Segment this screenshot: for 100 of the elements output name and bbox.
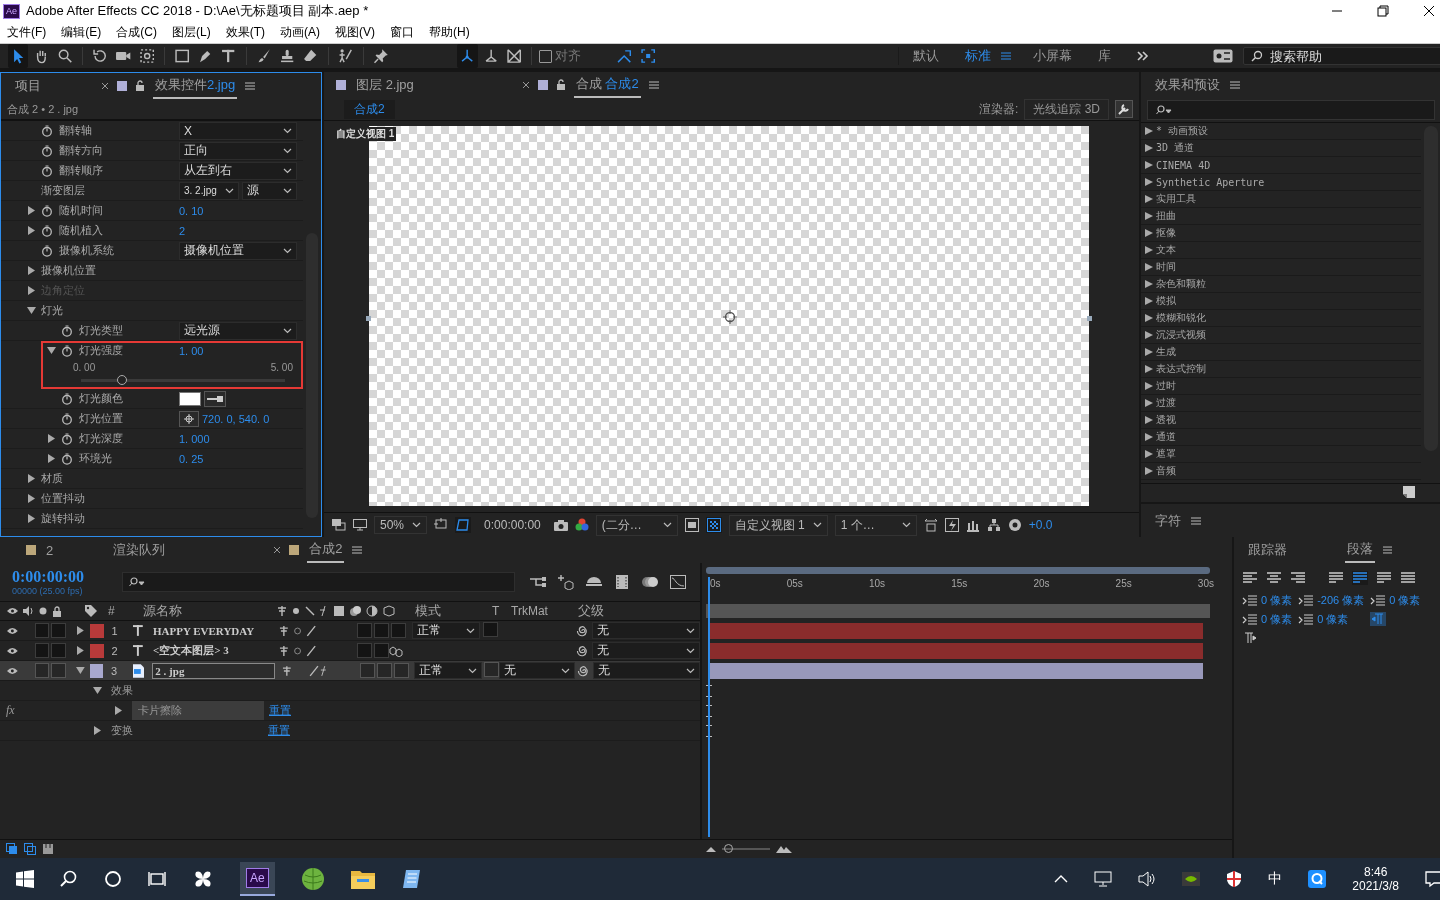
frame-icon[interactable] (434, 518, 449, 532)
effect-category[interactable]: 扭曲 (1141, 208, 1421, 225)
panel-tab[interactable]: 段落 (1344, 537, 1375, 563)
views-dropdown[interactable]: 1 个… (834, 514, 917, 536)
small-mountain-icon[interactable] (706, 846, 716, 852)
stopwatch-icon[interactable] (61, 392, 73, 405)
stopwatch-icon[interactable] (61, 324, 73, 337)
layer-switch-icon[interactable] (24, 843, 36, 855)
menu-item[interactable]: 编辑(E) (61, 24, 102, 41)
stopwatch-icon[interactable] (41, 204, 53, 217)
stack-icon[interactable] (42, 843, 54, 855)
workspace-tab[interactable]: 默认 (913, 47, 939, 65)
panel-tab[interactable]: 合成2 (307, 537, 345, 563)
effect-badge[interactable]: fx (6, 703, 15, 718)
zoom-dropdown[interactable]: 50% (374, 516, 428, 534)
ime-indicator[interactable]: 中 (1268, 870, 1283, 888)
globe-app-icon[interactable] (300, 867, 325, 891)
stopwatch-icon[interactable] (41, 164, 53, 177)
preserve-transparency-toggle[interactable] (483, 662, 499, 677)
dropdown[interactable]: 源 (242, 181, 297, 200)
lock-toggle[interactable] (51, 623, 67, 638)
label-color-swatch[interactable] (90, 623, 104, 638)
menu-icon[interactable] (1191, 515, 1201, 526)
stopwatch-icon[interactable] (61, 412, 73, 425)
effect-category[interactable]: 通道 (1141, 429, 1421, 446)
windows-start-icon[interactable] (16, 870, 34, 888)
lock-icon[interactable] (52, 605, 62, 617)
large-mountain-icon[interactable] (776, 845, 792, 853)
mask-outline-icon[interactable] (455, 517, 472, 533)
effect-category[interactable]: 音频 (1141, 463, 1421, 480)
expanded-triangle-icon[interactable] (93, 686, 102, 695)
gpu-icon[interactable] (1182, 872, 1201, 886)
align-text-icon[interactable] (1242, 571, 1258, 585)
collapsed-triangle-icon[interactable] (27, 206, 36, 215)
value-field[interactable]: 720. 0, 540. 0 (202, 412, 270, 425)
view-dropdown[interactable]: 自定义视图 1 (728, 514, 828, 536)
help-search-field[interactable]: 搜索帮助 (1243, 47, 1440, 65)
effects-search-field[interactable] (1147, 100, 1435, 120)
chevron-up-icon[interactable] (1054, 874, 1069, 884)
sparkle-cube-icon[interactable] (557, 574, 575, 590)
stopwatch-icon[interactable] (61, 452, 73, 465)
dropdown[interactable]: 摄像机位置 (179, 241, 297, 260)
panel-tab[interactable]: 效果控件2.jpg (153, 73, 238, 99)
expanded-triangle-icon[interactable] (27, 306, 36, 315)
indent-value[interactable]: -206 像素 (1317, 593, 1365, 608)
slider-thumb[interactable] (116, 375, 127, 385)
layer-name[interactable]: <空文本图层> 3 (151, 642, 273, 659)
justify-text-icon[interactable] (1376, 571, 1392, 585)
layer-name[interactable]: 2 . jpg (152, 662, 275, 679)
chevrons-icon[interactable] (1137, 51, 1149, 61)
menu-item[interactable]: 帮助(H) (429, 24, 470, 41)
comp-flowchart-icon[interactable] (6, 843, 18, 855)
collapsed-triangle-icon[interactable] (114, 706, 123, 715)
effect-category[interactable]: 过渡 (1141, 395, 1421, 412)
workspace-tab[interactable]: 库 (1098, 47, 1111, 65)
color-swatch[interactable] (179, 391, 201, 406)
workspace-tab[interactable]: 标准 (965, 47, 991, 65)
exposure-icon[interactable] (1007, 518, 1022, 532)
snap-checkbox[interactable]: 对齐 (539, 47, 582, 65)
switch-toggle[interactable] (374, 643, 390, 658)
property-label[interactable]: 变换 (111, 723, 268, 738)
network-icon[interactable] (1094, 871, 1113, 887)
menu-item[interactable]: 效果(T) (225, 24, 265, 41)
task-view-icon[interactable] (148, 870, 166, 888)
menu-item[interactable]: 文件(F) (7, 24, 47, 41)
value-field[interactable]: 2 (179, 224, 186, 237)
effect-category[interactable]: * 动画预设 (1141, 123, 1421, 140)
local-axis-icon[interactable] (457, 44, 478, 68)
effect-category[interactable]: 杂色和颗粒 (1141, 276, 1421, 293)
collapsed-triangle-icon[interactable] (76, 626, 85, 635)
eyedropper-icon[interactable] (204, 390, 226, 407)
property-label[interactable]: 卡片擦除 (132, 701, 264, 720)
panel-tab[interactable]: 图层 2.jpg (354, 73, 416, 97)
parent-dropdown[interactable]: 无 (592, 622, 700, 639)
timeline-icon[interactable] (965, 518, 980, 532)
reset-link[interactable]: 重置 (268, 723, 290, 738)
eye-icon[interactable] (7, 666, 18, 675)
handle-icon[interactable] (366, 316, 371, 321)
panel-tab[interactable]: 跟踪器 (1246, 538, 1289, 562)
crosshair-icon[interactable] (179, 410, 199, 427)
menu-icon[interactable] (245, 81, 256, 91)
collapsed-triangle-icon[interactable] (93, 726, 102, 735)
collapsed-triangle-icon[interactable] (76, 646, 85, 655)
column-header[interactable]: 父级 (578, 602, 604, 620)
value-field[interactable]: 1. 000 (179, 432, 210, 445)
justify-text-icon[interactable] (1328, 571, 1344, 585)
wrench-icon[interactable] (1115, 100, 1133, 118)
mode-dropdown[interactable]: 正常 (413, 662, 482, 679)
stopwatch-icon[interactable] (41, 244, 53, 257)
stopwatch-icon[interactable] (61, 344, 73, 357)
solo-toggle[interactable] (34, 623, 50, 638)
effect-category[interactable]: Synthetic Aperture (1141, 174, 1421, 191)
collapsed-triangle-icon[interactable] (27, 266, 36, 275)
effect-category[interactable]: 实用工具 (1141, 191, 1421, 208)
resolution-dropdown[interactable]: (二分… (595, 514, 678, 536)
comp-chip[interactable]: 合成2 (344, 99, 395, 119)
switch-toggle[interactable] (357, 623, 373, 638)
label-tag-icon[interactable] (85, 605, 97, 617)
eye-icon[interactable] (7, 646, 18, 655)
color-channels-icon[interactable] (574, 518, 589, 532)
